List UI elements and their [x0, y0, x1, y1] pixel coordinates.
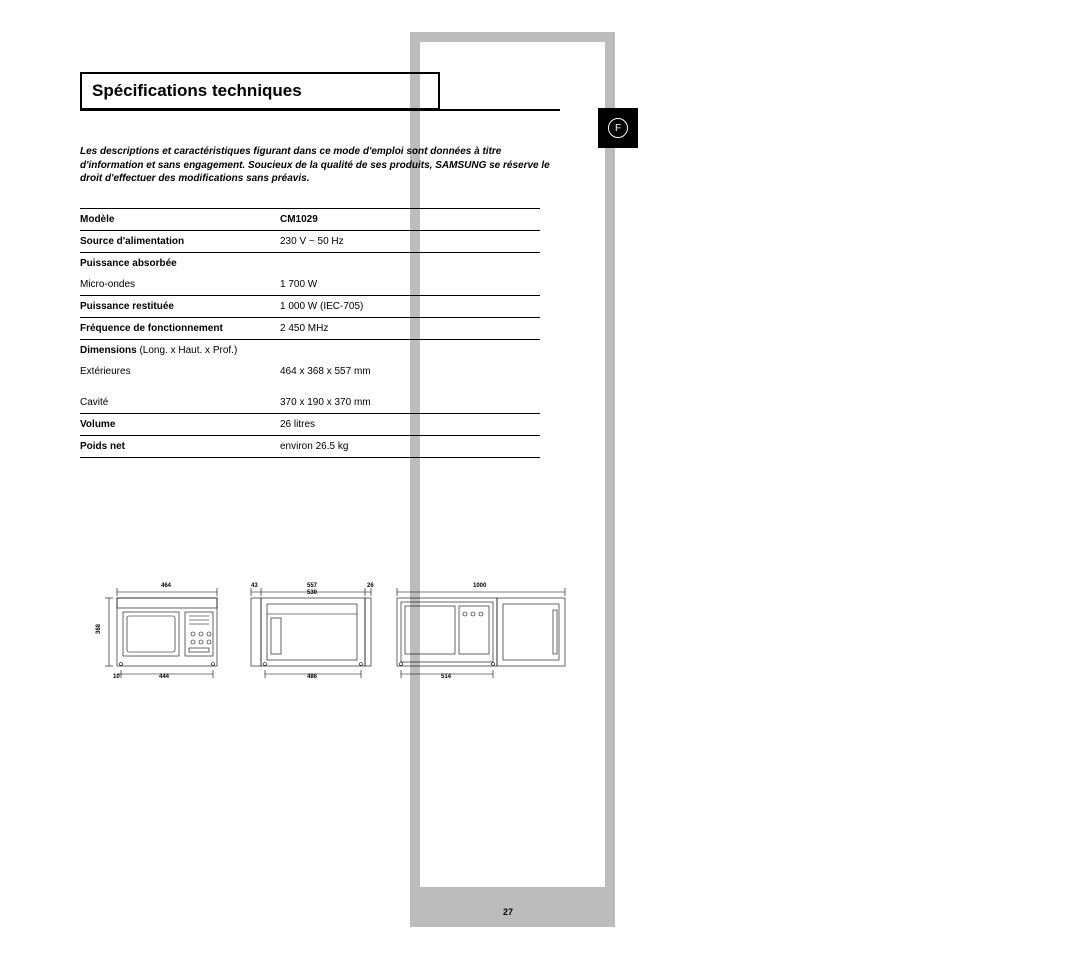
power-source-value: 230 V ~ 50 Hz — [280, 231, 540, 253]
dim-value: 368 — [96, 624, 102, 634]
weight-value: environ 26.5 kg — [280, 436, 540, 458]
ext-label: Extérieures — [80, 361, 280, 382]
dim-value: 514 — [441, 674, 451, 680]
microwave-value: 1 700 W — [280, 274, 540, 296]
dim-value: 530 — [307, 590, 317, 596]
language-badge: F — [598, 108, 638, 148]
page-title: Spécifications techniques — [80, 72, 440, 110]
table-row: Cavité 370 x 190 x 370 mm — [80, 392, 540, 414]
cavity-label: Cavité — [80, 392, 280, 414]
dim-value: 444 — [159, 674, 169, 680]
language-letter: F — [608, 118, 628, 138]
weight-label: Poids net — [80, 436, 280, 458]
volume-label: Volume — [80, 414, 280, 436]
table-row: Modèle CM1029 — [80, 209, 540, 231]
output-value: 1 000 W (IEC-705) — [280, 296, 540, 318]
table-row: Micro-ondes 1 700 W — [80, 274, 540, 296]
output-label: Puissance restituée — [80, 296, 280, 318]
disclaimer-text: Les descriptions et caractéristiques fig… — [80, 145, 560, 186]
page-content: Spécifications techniques Les descriptio… — [80, 72, 560, 458]
table-row: Dimensions (Long. x Haut. x Prof.) — [80, 340, 540, 361]
model-value: CM1029 — [280, 209, 540, 231]
dim-value: 1000 — [473, 583, 486, 589]
dim-value: 486 — [307, 674, 317, 680]
freq-label: Fréquence de fonctionnement — [80, 318, 280, 340]
cavity-value: 370 x 190 x 370 mm — [280, 392, 540, 414]
dimension-drawings: 464 368 10 444 43 557 530 26 — [95, 586, 565, 686]
table-row — [80, 382, 540, 392]
ext-value: 464 x 368 x 557 mm — [280, 361, 540, 382]
dim-value: 10 — [113, 674, 120, 680]
table-row: Puissance restituée 1 000 W (IEC-705) — [80, 296, 540, 318]
table-row: Volume 26 litres — [80, 414, 540, 436]
dim-label: Dimensions — [80, 345, 137, 356]
door-open-drawing: 1000 514 — [395, 586, 575, 681]
microwave-label: Micro-ondes — [80, 274, 280, 296]
side-view-drawing: 43 557 530 26 486 — [243, 586, 383, 681]
power-source-label: Source d'alimentation — [80, 231, 280, 253]
table-row: Fréquence de fonctionnement 2 450 MHz — [80, 318, 540, 340]
volume-value: 26 litres — [280, 414, 540, 436]
dim-value: 557 — [307, 583, 317, 589]
page-marker-icon — [500, 890, 516, 903]
freq-value: 2 450 MHz — [280, 318, 540, 340]
spec-table: Modèle CM1029 Source d'alimentation 230 … — [80, 208, 540, 458]
front-view-drawing: 464 368 10 444 — [105, 586, 225, 681]
table-row: Extérieures 464 x 368 x 557 mm — [80, 361, 540, 382]
power-consumption-label: Puissance absorbée — [80, 253, 280, 274]
model-label: Modèle — [80, 209, 280, 231]
dim-value: 26 — [367, 583, 374, 589]
dim-paren: (Long. x Haut. x Prof.) — [137, 345, 238, 356]
page-number: 27 — [497, 907, 519, 917]
dim-value: 43 — [251, 583, 258, 589]
table-row: Poids net environ 26.5 kg — [80, 436, 540, 458]
table-row: Source d'alimentation 230 V ~ 50 Hz — [80, 231, 540, 253]
dim-value: 464 — [161, 583, 171, 589]
table-row: Puissance absorbée — [80, 253, 540, 274]
